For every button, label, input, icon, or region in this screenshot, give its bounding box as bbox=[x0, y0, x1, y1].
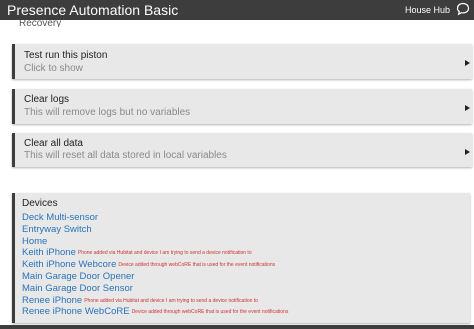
chevron-right-icon bbox=[465, 149, 470, 155]
page-title: Presence Automation Basic bbox=[7, 2, 179, 18]
top-bar: Presence Automation Basic House Hub bbox=[0, 0, 474, 20]
test-run-piston-button[interactable]: Test run this piston Click to show bbox=[12, 44, 472, 79]
list-item: Entryway Switch bbox=[22, 222, 466, 235]
device-note: Device added through webCoRE that is use… bbox=[118, 262, 276, 269]
hub-name[interactable]: House Hub bbox=[405, 4, 450, 16]
clear-all-data-button[interactable]: Clear all data This will reset all data … bbox=[12, 133, 472, 167]
bottom-bar bbox=[0, 325, 474, 329]
list-item: Deck Multi-sensor bbox=[22, 210, 466, 223]
list-item: Keith iPhone Phone added via Hubitat and … bbox=[22, 245, 466, 258]
action-description: Click to show bbox=[24, 63, 83, 74]
chevron-right-icon bbox=[465, 105, 470, 111]
section-heading-partial: Recovery bbox=[19, 20, 62, 27]
list-item: Main Garage Door Sensor bbox=[22, 281, 466, 294]
action-label: Test run this piston bbox=[24, 50, 108, 61]
action-description: This will remove logs but no variables bbox=[24, 107, 191, 118]
clear-logs-button[interactable]: Clear logs This will remove logs but no … bbox=[12, 89, 472, 124]
list-item: Keith iPhone Webcore Device added through… bbox=[22, 257, 466, 270]
device-note: Phone added via Hubitat and device I am … bbox=[84, 297, 258, 304]
list-item: Renee iPhone Phone added via Hubitat and … bbox=[22, 293, 466, 306]
chat-icon[interactable] bbox=[456, 2, 470, 16]
devices-panel: Devices Deck Multi-sensor Entryway Switc… bbox=[12, 193, 470, 323]
device-note: Phone added via Hubitat and device I am … bbox=[77, 250, 252, 257]
action-description: This will reset all data stored in local… bbox=[24, 150, 227, 161]
devices-heading: Devices bbox=[22, 198, 58, 209]
list-item: Renee iPhone WebCoRE Device added through… bbox=[22, 304, 466, 317]
device-note: Device added through webCoRE that is use… bbox=[131, 309, 289, 316]
list-item: Main Garage Door Opener bbox=[22, 269, 466, 282]
device-link[interactable]: Renee iPhone WebCoRE bbox=[22, 306, 130, 317]
list-item: Home bbox=[22, 234, 466, 247]
action-label: Clear all data bbox=[24, 138, 83, 149]
device-list: Deck Multi-sensor Entryway Switch Home K… bbox=[22, 210, 466, 317]
action-label: Clear logs bbox=[24, 94, 70, 105]
chevron-right-icon bbox=[465, 60, 470, 66]
